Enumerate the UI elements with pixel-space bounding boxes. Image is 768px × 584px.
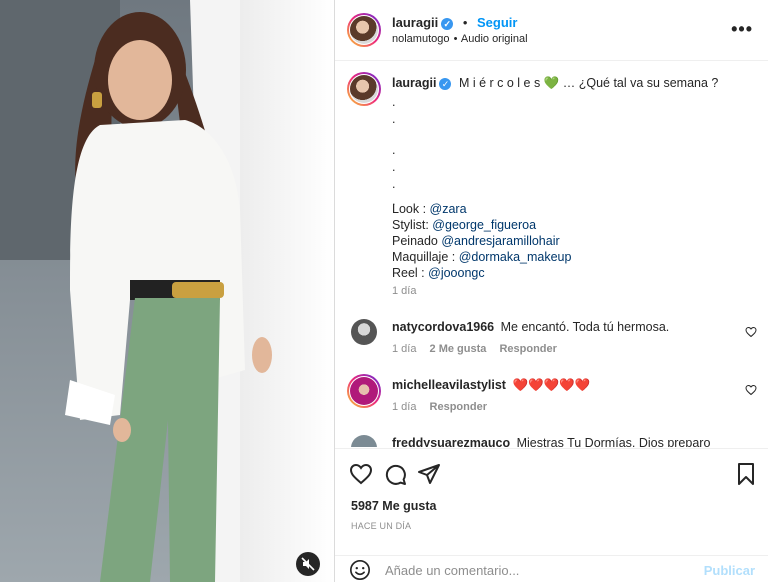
audio-line: nolamutogo • Audio original bbox=[392, 33, 528, 45]
likes-count[interactable]: 5987 Me gusta bbox=[351, 499, 436, 513]
save-bookmark-icon[interactable] bbox=[735, 462, 757, 486]
caption-username[interactable]: lauragii bbox=[392, 76, 436, 90]
dot-line: . bbox=[392, 112, 396, 126]
like-heart-icon[interactable] bbox=[349, 462, 373, 486]
audio-dot: • bbox=[453, 33, 458, 45]
caption-header: lauragii ✓ M i é r c o l e s 💚 … ¿Qué tal… bbox=[392, 76, 718, 91]
post-actions: 5987 Me gusta HACE UN DÍA Publicar bbox=[335, 448, 768, 583]
caption-time[interactable]: 1 día bbox=[392, 285, 416, 297]
caption-text: M i é r c o l e s 💚 … ¿Qué tal va su sem… bbox=[458, 76, 719, 90]
more-options-icon[interactable]: ••• bbox=[731, 19, 753, 40]
comment-time[interactable]: 1 día bbox=[392, 343, 416, 355]
like-comment-heart-icon[interactable] bbox=[745, 326, 757, 338]
publish-button[interactable]: Publicar bbox=[704, 563, 755, 578]
verified-icon: ✓ bbox=[441, 17, 454, 30]
emoji-smiley-icon[interactable] bbox=[349, 559, 371, 581]
author-username[interactable]: lauragii bbox=[392, 15, 438, 30]
post-details-panel: lauragii ✓ • Seguir nolamutogo • Audio or… bbox=[334, 0, 768, 582]
comment-text: ❤️❤️❤️❤️❤️ bbox=[512, 378, 591, 392]
credit-handle[interactable]: @andresjaramillohair bbox=[441, 234, 559, 248]
commenter-avatar[interactable] bbox=[351, 319, 377, 345]
comment-text: Me encantó. Toda tú hermosa. bbox=[500, 320, 670, 334]
caption-avatar[interactable] bbox=[347, 72, 381, 106]
post-video[interactable] bbox=[0, 0, 334, 582]
audio-user[interactable]: nolamutogo bbox=[392, 33, 450, 45]
credit-label: Stylist: bbox=[392, 218, 433, 232]
credit-handle[interactable]: @zara bbox=[430, 202, 467, 216]
credit-line: Look : @zara bbox=[392, 201, 571, 217]
comment-username[interactable]: natycordova1966 bbox=[392, 320, 494, 334]
credit-handle[interactable]: @dormaka_makeup bbox=[459, 250, 572, 264]
comments-section[interactable]: lauragii ✓ M i é r c o l e s 💚 … ¿Qué tal… bbox=[335, 61, 768, 447]
author-line: lauragii ✓ • bbox=[392, 15, 467, 30]
dot-line: . bbox=[392, 160, 396, 174]
audio-label[interactable]: Audio original bbox=[461, 33, 528, 45]
credit-handle[interactable]: @george_figueroa bbox=[432, 218, 536, 232]
commenter-avatar[interactable] bbox=[351, 435, 377, 447]
comment-username[interactable]: michelleavilastylist bbox=[392, 378, 506, 392]
comment-bubble-icon[interactable] bbox=[383, 462, 407, 486]
comment-body: natycordova1966 Me encantó. Toda tú herm… bbox=[392, 320, 669, 334]
reply-button[interactable]: Responder bbox=[499, 343, 556, 355]
post-age[interactable]: HACE UN DÍA bbox=[351, 521, 411, 531]
caption-credits: Look : @zara Stylist: @george_figueroa P… bbox=[392, 201, 571, 281]
dot-line: . bbox=[392, 95, 396, 109]
add-comment-row: Publicar bbox=[335, 555, 768, 584]
comment-text: Miestras Tu Dormías, Dios preparo bbox=[516, 436, 711, 447]
post-header: lauragii ✓ • Seguir nolamutogo • Audio or… bbox=[335, 0, 768, 61]
credit-line: Peinado @andresjaramillohair bbox=[392, 233, 571, 249]
video-frame-image bbox=[0, 0, 334, 582]
like-comment-heart-icon[interactable] bbox=[745, 384, 757, 396]
comment-meta: 1 día 2 Me gusta Responder bbox=[392, 343, 557, 355]
separator-dot: • bbox=[462, 15, 468, 30]
comment-body: michelleavilastylist ❤️❤️❤️❤️❤️ bbox=[392, 378, 590, 393]
commenter-avatar[interactable] bbox=[347, 374, 381, 408]
credit-label: Maquillaje : bbox=[392, 250, 459, 264]
credit-line: Stylist: @george_figueroa bbox=[392, 217, 571, 233]
author-avatar[interactable] bbox=[347, 13, 381, 47]
dot-line: . bbox=[392, 143, 396, 157]
comment-meta: 1 día Responder bbox=[392, 401, 487, 413]
credit-label: Reel : bbox=[392, 266, 429, 280]
share-paper-plane-icon[interactable] bbox=[417, 462, 441, 486]
speaker-muted-icon bbox=[301, 557, 315, 571]
credit-label: Look : bbox=[392, 202, 430, 216]
comment-body: freddysuarezmauco Miestras Tu Dormías, D… bbox=[392, 436, 710, 447]
comment-time[interactable]: 1 día bbox=[392, 401, 416, 413]
comment-likes[interactable]: 2 Me gusta bbox=[430, 343, 487, 355]
follow-button[interactable]: Seguir bbox=[477, 15, 517, 30]
credit-line: Maquillaje : @dormaka_makeup bbox=[392, 249, 571, 265]
mute-button[interactable] bbox=[296, 552, 320, 576]
comment-username[interactable]: freddysuarezmauco bbox=[392, 436, 510, 447]
dot-line: . bbox=[392, 177, 396, 191]
reply-button[interactable]: Responder bbox=[430, 401, 487, 413]
credit-line: Reel : @jooongc bbox=[392, 265, 571, 281]
verified-icon: ✓ bbox=[439, 77, 452, 90]
add-comment-input[interactable] bbox=[383, 562, 687, 579]
caption-dots: . . . . . . bbox=[392, 94, 395, 210]
credit-handle[interactable]: @jooongc bbox=[428, 266, 484, 280]
credit-label: Peinado bbox=[392, 234, 442, 248]
